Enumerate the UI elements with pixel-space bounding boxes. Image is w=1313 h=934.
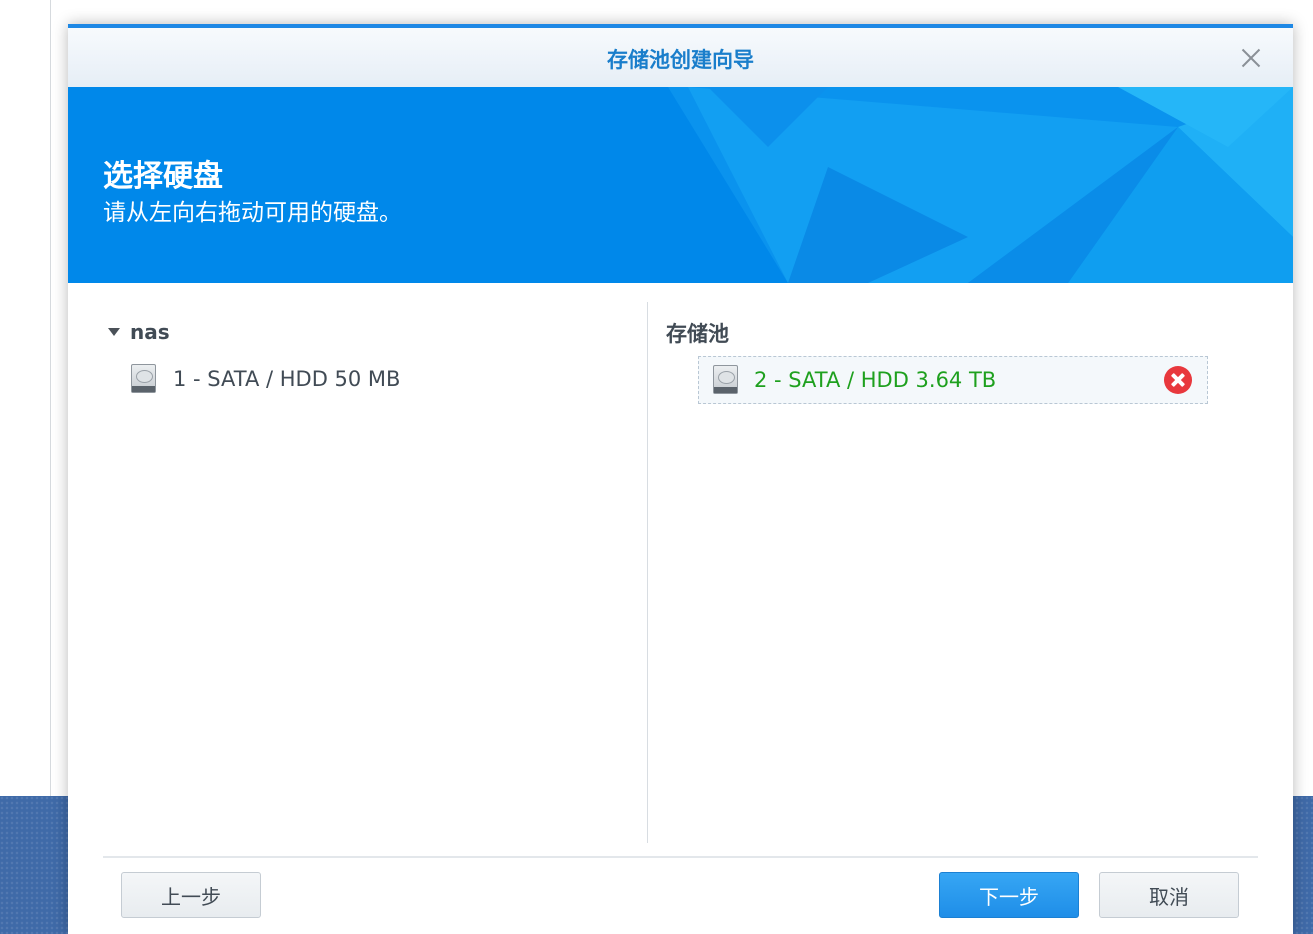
banner-decoration	[668, 87, 1293, 283]
dialog-titlebar[interactable]: 存储池创建向导	[68, 28, 1293, 87]
storage-pool-wizard-dialog: 存储池创建向导 选择硬盘 请从左向右拖动可用的硬盘。 nas 1 - SATA …	[68, 24, 1293, 934]
desktop-right-panel	[1293, 0, 1313, 796]
selected-disk-label: 2 - SATA / HDD 3.64 TB	[754, 367, 997, 392]
cancel-button[interactable]: 取消	[1099, 872, 1239, 918]
tree-node-nas[interactable]: nas	[108, 320, 170, 344]
dialog-title: 存储池创建向导	[607, 48, 754, 72]
hdd-icon	[713, 365, 738, 394]
storage-pool-heading: 存储池	[666, 322, 729, 346]
desktop-left-panel	[0, 0, 50, 796]
storage-pool-drop-zone[interactable]: 2 - SATA / HDD 3.64 TB	[698, 356, 1208, 404]
available-disk-item[interactable]: 1 - SATA / HDD 50 MB	[131, 364, 400, 393]
selected-disk-item[interactable]: 2 - SATA / HDD 3.64 TB	[713, 365, 996, 394]
desktop-panel-border	[50, 0, 51, 796]
tree-node-label: nas	[130, 320, 170, 344]
step-title: 选择硬盘	[103, 159, 223, 194]
step-subtitle: 请从左向右拖动可用的硬盘。	[103, 200, 402, 226]
disk-label: 1 - SATA / HDD 50 MB	[173, 366, 401, 391]
wizard-banner: 选择硬盘 请从左向右拖动可用的硬盘。	[68, 87, 1293, 283]
hdd-icon	[131, 364, 156, 393]
back-button[interactable]: 上一步	[121, 872, 261, 918]
footer-divider	[103, 856, 1258, 858]
remove-icon[interactable]	[1164, 366, 1192, 394]
close-icon[interactable]	[1239, 46, 1263, 70]
triangle-down-icon[interactable]	[108, 328, 120, 336]
pane-divider	[647, 302, 648, 843]
next-button[interactable]: 下一步	[939, 872, 1079, 918]
